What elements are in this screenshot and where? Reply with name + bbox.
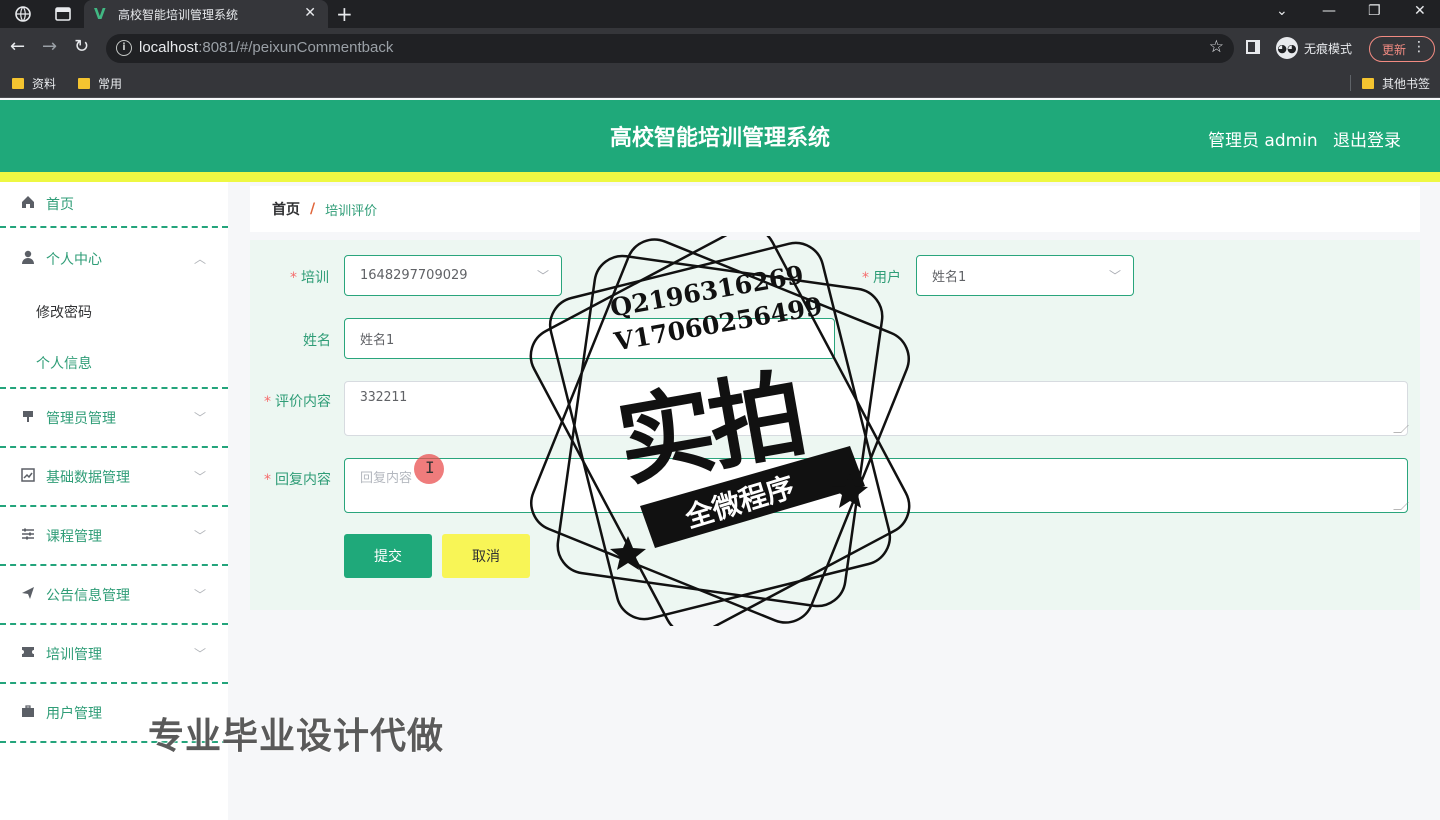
chart-icon — [20, 468, 36, 486]
sidebar-item-admin-management[interactable]: 管理员管理 ﹀ — [0, 389, 228, 447]
overlay-caption: 专业毕业设计代做 — [148, 716, 445, 757]
sliders-icon — [20, 527, 36, 545]
browser-tab-bar: V 高校智能培训管理系统 ✕ + ⌄ — ❐ ✕ — [0, 0, 1440, 28]
training-label: * 培训 — [290, 270, 329, 286]
reply-label: * 回复内容 — [264, 472, 331, 488]
chevron-down-icon: ﹀ — [193, 588, 206, 602]
tab-title: 高校智能培训管理系统 — [118, 7, 239, 22]
sidebar-item-label: 用户管理 — [46, 706, 102, 722]
watermark-stamp: Q2196316269 V17060256499 实拍 全微程序 — [520, 236, 920, 626]
bookmark-label: 资料 — [32, 77, 57, 91]
user-select-value: 姓名1 — [932, 270, 967, 285]
sidebar-subitem-change-password[interactable]: 修改密码 — [36, 302, 92, 322]
cancel-button[interactable]: 取消 — [442, 534, 530, 578]
new-tab-button[interactable]: + — [336, 2, 353, 26]
folder-icon — [78, 78, 90, 89]
breadcrumb-separator: / — [310, 201, 316, 217]
more-menu-icon[interactable]: ⋮ — [1412, 39, 1426, 55]
folder-icon — [12, 78, 24, 89]
admin-user-label: 管理员 admin — [1208, 131, 1318, 151]
sidebar-item-home[interactable]: 首页 — [0, 182, 228, 226]
sidebar-item-announcement-management[interactable]: 公告信息管理 ﹀ — [0, 566, 228, 624]
site-info-icon[interactable]: i — [116, 40, 132, 56]
folder-icon — [1362, 78, 1374, 89]
sidebar-item-label: 公告信息管理 — [46, 588, 130, 604]
sidebar-item-label: 个人中心 — [46, 252, 102, 268]
sidebar-item-label: 首页 — [46, 197, 74, 213]
comment-textarea-value: 332211 — [360, 390, 407, 405]
submit-button[interactable]: 提交 — [344, 534, 432, 578]
browser-tab-active[interactable]: V 高校智能培训管理系统 ✕ — [84, 0, 328, 28]
name-label: 姓名 — [303, 333, 331, 349]
comment-label: * 评价内容 — [264, 394, 331, 410]
reload-icon[interactable]: ↻ — [74, 37, 89, 57]
logout-link[interactable]: 退出登录 — [1333, 126, 1401, 151]
other-bookmarks-folder[interactable]: 其他书签 — [1362, 75, 1430, 92]
chevron-down-icon: ﹀ — [193, 411, 206, 425]
briefcase-icon — [20, 704, 36, 722]
sidebar-item-basic-data[interactable]: 基础数据管理 ﹀ — [0, 448, 228, 506]
vue-logo-icon: V — [94, 5, 106, 23]
bookmark-label: 常用 — [98, 77, 123, 91]
breadcrumb-current: 培训评价 — [325, 203, 378, 219]
sidebar-item-label: 管理员管理 — [46, 411, 116, 427]
sidebar-item-label: 课程管理 — [46, 529, 102, 545]
name-input-value: 姓名1 — [360, 333, 395, 348]
update-button[interactable]: 更新 ⋮ — [1369, 36, 1435, 62]
forward-arrow-icon[interactable]: → — [42, 37, 57, 57]
chevron-down-icon: ﹀ — [193, 647, 206, 661]
bookmark-star-icon[interactable]: ☆ — [1209, 37, 1224, 57]
header-accent-strip — [0, 172, 1440, 182]
chevron-up-icon: ︿ — [193, 252, 206, 266]
sidebar-item-personal-center[interactable]: 个人中心 ︿ — [0, 230, 228, 288]
browser-toolbar: ← → ↻ i localhost:8081/#/peixunCommentba… — [0, 28, 1440, 68]
bookmark-label: 其他书签 — [1382, 77, 1431, 91]
reply-placeholder: 回复内容 — [360, 471, 413, 486]
tab-strip-icon[interactable] — [52, 4, 74, 24]
back-arrow-icon[interactable]: ← — [10, 37, 25, 57]
url-text[interactable]: localhost:8081/#/peixunCommentback — [139, 39, 393, 56]
bookmarks-bar: 资料 常用 其他书签 — [0, 68, 1440, 98]
tab-search-chevron-icon[interactable]: ⌄ — [1276, 3, 1288, 19]
chevron-down-icon: ﹀ — [1108, 269, 1121, 283]
sidebar-subitem-personal-info[interactable]: 个人信息 — [36, 353, 92, 373]
chevron-down-icon: ﹀ — [193, 470, 206, 484]
user-select[interactable]: 姓名1 ﹀ — [916, 255, 1134, 296]
address-bar[interactable]: i localhost:8081/#/peixunCommentback ☆ — [106, 34, 1234, 63]
incognito-label: 无痕模式 — [1304, 41, 1353, 56]
breadcrumb: 首页 / 培训评价 — [250, 186, 1420, 232]
maximize-button[interactable]: ❐ — [1368, 3, 1381, 19]
user-icon — [20, 250, 36, 268]
close-window-button[interactable]: ✕ — [1414, 3, 1426, 19]
training-select-value: 1648297709029 — [360, 268, 468, 283]
minimize-button[interactable]: — — [1322, 3, 1336, 19]
ticket-icon — [20, 646, 36, 662]
paper-plane-icon — [20, 586, 36, 604]
sidebar-item-label: 培训管理 — [46, 647, 102, 663]
sidebar-item-course-management[interactable]: 课程管理 ﹀ — [0, 507, 228, 565]
menu-divider — [0, 226, 228, 228]
update-label: 更新 — [1382, 42, 1407, 57]
side-panel-icon[interactable] — [1246, 40, 1260, 54]
sidebar-item-training-management[interactable]: 培训管理 ﹀ — [0, 625, 228, 683]
admin-icon — [20, 409, 36, 427]
incognito-indicator[interactable]: ◕◕ 无痕模式 — [1276, 37, 1352, 59]
globe-icon[interactable] — [12, 4, 34, 24]
text-cursor-icon: I — [425, 458, 435, 477]
close-tab-icon[interactable]: ✕ — [304, 5, 316, 21]
sidebar-item-label: 基础数据管理 — [46, 470, 130, 486]
incognito-icon: ◕◕ — [1276, 37, 1298, 59]
bookmark-folder-1[interactable]: 资料 — [12, 75, 56, 92]
resize-handle[interactable] — [1393, 502, 1409, 510]
resize-handle[interactable] — [1393, 425, 1409, 433]
bookmark-folder-2[interactable]: 常用 — [78, 75, 122, 92]
app-header: 高校智能培训管理系统 管理员 admin 退出登录 — [0, 100, 1440, 172]
bookmark-divider — [1350, 75, 1351, 91]
breadcrumb-home[interactable]: 首页 — [272, 199, 300, 219]
chevron-down-icon: ﹀ — [193, 529, 206, 543]
home-icon — [20, 195, 36, 213]
